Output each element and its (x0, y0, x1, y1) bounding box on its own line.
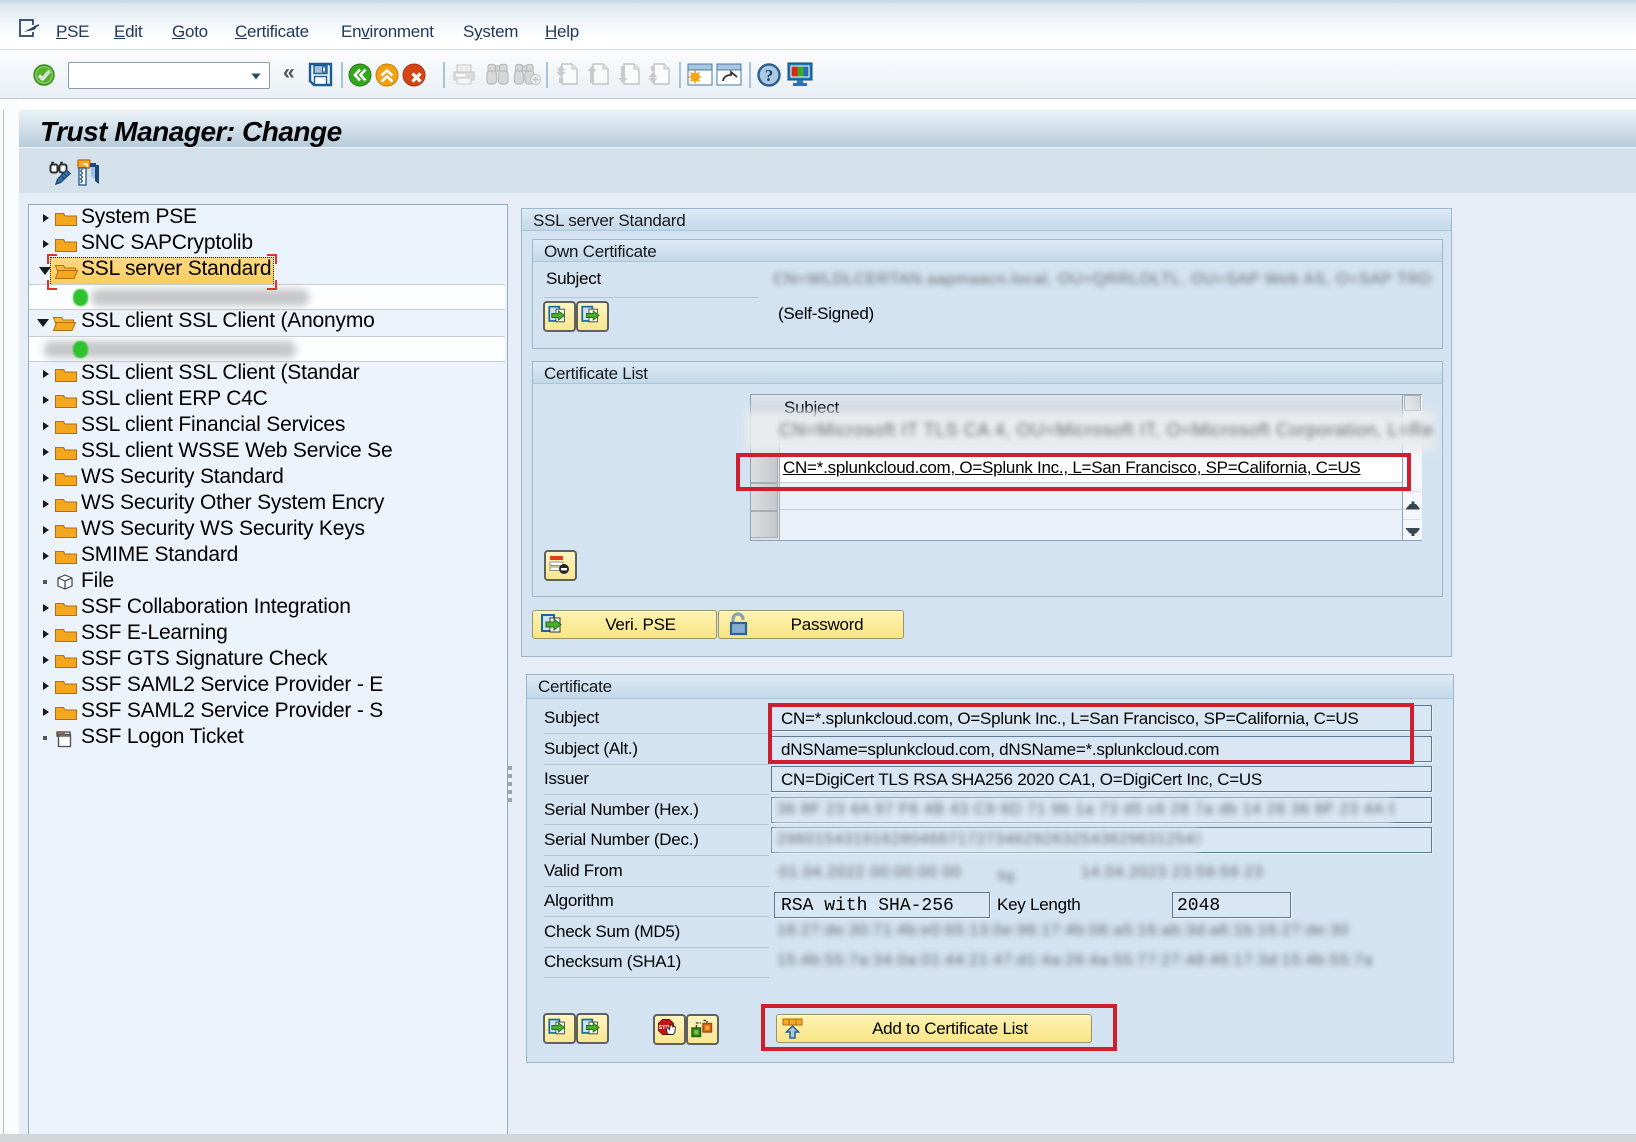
svg-text:?: ? (765, 66, 774, 85)
